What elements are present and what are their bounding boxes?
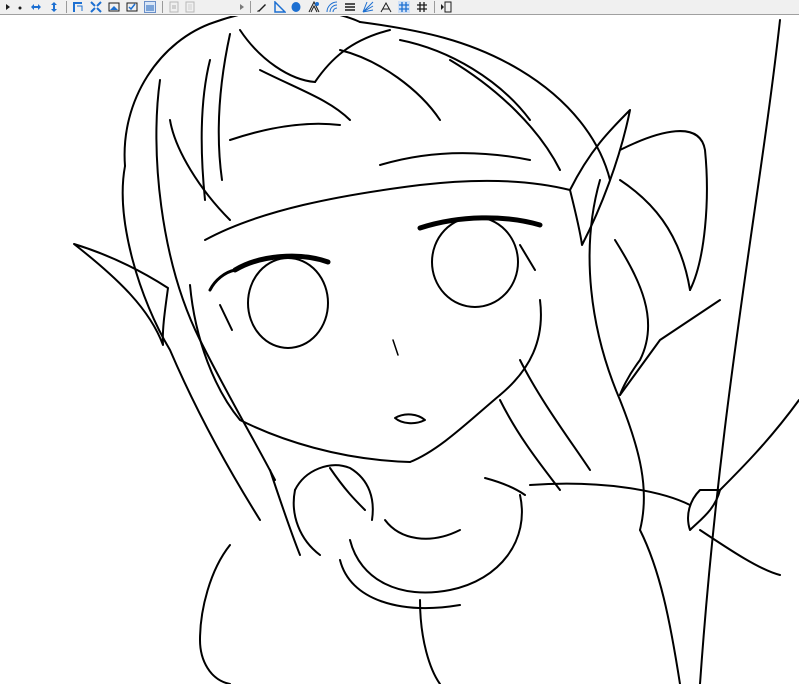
- ellipse-ruler-icon[interactable]: [290, 1, 302, 13]
- vanishing-point-icon[interactable]: [308, 1, 320, 13]
- fit-screen-icon[interactable]: [90, 1, 102, 13]
- toolbar-separator: [250, 1, 251, 13]
- toolbar-separator: [162, 1, 163, 13]
- crop-icon[interactable]: [72, 1, 84, 13]
- flip-horizontal-icon[interactable]: [30, 1, 42, 13]
- toolbar: [0, 0, 799, 15]
- toolbar-separator: [66, 1, 67, 13]
- arrow-right-small-icon[interactable]: [236, 1, 248, 13]
- dot-icon[interactable]: [14, 1, 26, 13]
- pen-icon[interactable]: [256, 1, 268, 13]
- drawing-canvas[interactable]: [0, 16, 799, 684]
- flip-vertical-icon[interactable]: [48, 1, 60, 13]
- arrow-right-small-icon[interactable]: [2, 1, 14, 13]
- image-check-icon[interactable]: [126, 1, 138, 13]
- image-ruler-icon[interactable]: [108, 1, 120, 13]
- grid-dark-icon[interactable]: [416, 1, 428, 13]
- radial-ruler-icon[interactable]: [362, 1, 374, 13]
- concentric-ruler-icon[interactable]: [326, 1, 338, 13]
- page-icon[interactable]: [168, 1, 180, 13]
- grid-icon[interactable]: [398, 1, 410, 13]
- panel-toggle-icon[interactable]: [440, 1, 452, 13]
- line-art-illustration: [73, 16, 799, 684]
- page-copy-icon[interactable]: [184, 1, 196, 13]
- parallel-lines-icon[interactable]: [344, 1, 356, 13]
- toolbar-separator: [434, 1, 435, 13]
- selection-icon[interactable]: [144, 1, 156, 13]
- perspective-icon[interactable]: [380, 1, 392, 13]
- ruler-triangle-icon[interactable]: [274, 1, 286, 13]
